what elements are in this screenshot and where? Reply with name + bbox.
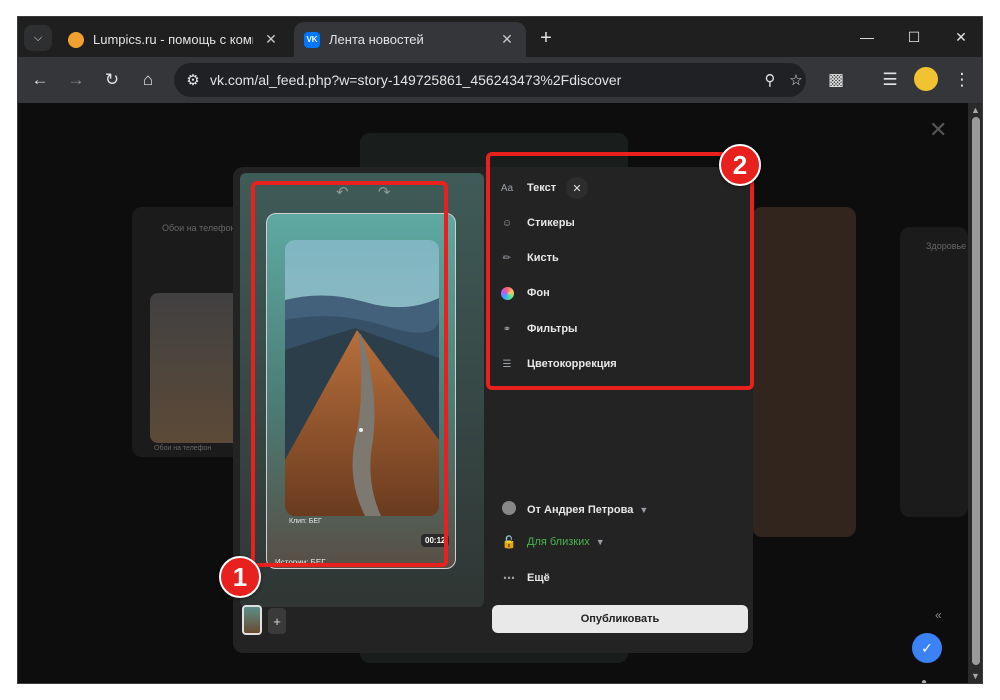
close-tab-icon[interactable]: ✕ bbox=[498, 30, 516, 48]
background-story-right[interactable] bbox=[752, 207, 856, 537]
author-avatar bbox=[501, 501, 517, 518]
profile-avatar[interactable] bbox=[914, 67, 938, 91]
address-toolbar: ← → ↻ ⌂ ⚙ vk.com/al_feed.php?w=story-149… bbox=[18, 57, 982, 103]
chat-icon[interactable]: ● bbox=[921, 677, 927, 683]
lock-icon: 🔓 bbox=[501, 535, 517, 549]
site-info-icon[interactable]: ⚙ bbox=[183, 70, 203, 90]
tab-lumpics[interactable]: Lumpics.ru - помощь с компью ✕ bbox=[58, 22, 290, 57]
home-icon[interactable]: ⌂ bbox=[136, 68, 160, 92]
media-controls-icon[interactable]: ☰ bbox=[878, 68, 902, 92]
author-label: От Андрея Петрова bbox=[527, 503, 634, 516]
maximize-icon[interactable]: ☐ bbox=[902, 25, 926, 49]
more-label: Ещё bbox=[527, 572, 550, 584]
close-tab-icon[interactable]: ✕ bbox=[262, 30, 280, 48]
extensions-icon[interactable]: ▩ bbox=[824, 68, 848, 92]
story-author-label: Здоровье bbox=[926, 241, 967, 251]
annotation-box-story bbox=[251, 181, 448, 567]
vk-messenger-icon[interactable]: ✓ bbox=[912, 633, 942, 663]
story-author-label: Обои на телефон bbox=[162, 223, 236, 233]
chevron-down-icon: ▼ bbox=[639, 504, 649, 515]
new-tab-button[interactable]: + bbox=[536, 27, 556, 50]
publish-button[interactable]: Опубликовать bbox=[492, 605, 748, 633]
privacy-selector[interactable]: 🔓 Для близких ▼ bbox=[501, 535, 605, 549]
close-window-icon[interactable]: ✕ bbox=[949, 25, 973, 49]
background-story-far-right[interactable]: Здоровье bbox=[900, 227, 968, 517]
tab-title: Лента новостей bbox=[329, 32, 424, 47]
more-options[interactable]: ⋯ Ещё bbox=[501, 571, 550, 585]
privacy-label: Для близких bbox=[527, 536, 590, 548]
forward-icon[interactable]: → bbox=[64, 68, 88, 92]
story-caption: Обои на телефон bbox=[154, 445, 212, 452]
add-story-button[interactable]: + bbox=[268, 608, 286, 634]
back-icon[interactable]: ← bbox=[28, 68, 52, 92]
scroll-down-icon[interactable]: ▼ bbox=[971, 671, 980, 681]
menu-dots-icon[interactable]: ⋮ bbox=[950, 68, 974, 92]
reload-icon[interactable]: ↻ bbox=[100, 68, 124, 92]
tab-search-button[interactable]: ⌵ bbox=[24, 25, 52, 51]
close-viewer-icon[interactable]: ✕ bbox=[929, 117, 947, 143]
minimize-icon[interactable]: — bbox=[855, 25, 879, 49]
scroll-up-icon[interactable]: ▲ bbox=[971, 105, 980, 115]
annotation-badge-1: 1 bbox=[219, 556, 261, 598]
vk-favicon-icon: VK bbox=[304, 31, 320, 48]
address-bar[interactable]: ⚙ vk.com/al_feed.php?w=story-149725861_4… bbox=[174, 63, 806, 97]
scroll-thumb[interactable] bbox=[972, 117, 980, 665]
url-text[interactable]: vk.com/al_feed.php?w=story-149725861_456… bbox=[210, 72, 621, 88]
tab-title: Lumpics.ru - помощь с компью bbox=[93, 32, 253, 47]
tab-bar: ⌵ Lumpics.ru - помощь с компью ✕ VK Лент… bbox=[18, 17, 982, 57]
lumpics-favicon-icon bbox=[68, 31, 84, 48]
bookmark-star-icon[interactable]: ☆ bbox=[786, 70, 806, 90]
chevron-down-icon: ▼ bbox=[595, 537, 605, 547]
collapse-icon[interactable]: « bbox=[935, 608, 942, 622]
tab-vk-feed[interactable]: VK Лента новостей ✕ bbox=[294, 22, 526, 57]
annotation-badge-2: 2 bbox=[719, 144, 761, 186]
story-thumbnail[interactable] bbox=[242, 605, 262, 635]
author-selector[interactable]: От Андрея Петрова ▼ bbox=[501, 501, 648, 518]
page-scrollbar[interactable]: ▲ ▼ bbox=[968, 103, 982, 683]
annotation-box-tools bbox=[486, 152, 754, 390]
more-dots-icon: ⋯ bbox=[503, 571, 515, 585]
zoom-icon[interactable]: ⚲ bbox=[760, 70, 780, 90]
